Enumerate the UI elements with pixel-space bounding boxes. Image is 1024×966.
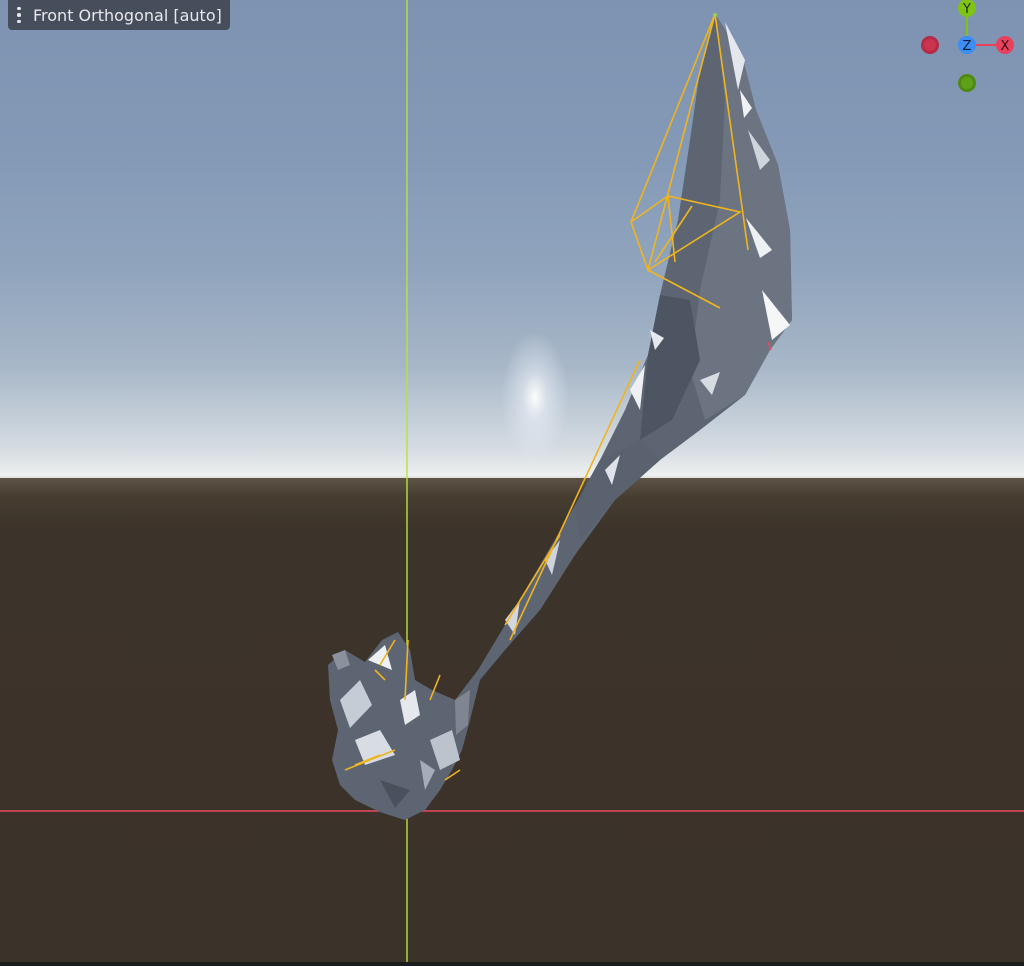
3d-viewport[interactable]: Front Orthogonal [auto] Y Z X (0, 0, 1024, 962)
mesh-body[interactable] (328, 14, 792, 820)
kebab-menu-icon (14, 6, 24, 24)
view-mode-label: Front Orthogonal [auto] (33, 5, 222, 25)
gizmo-neg-x-handle[interactable] (921, 36, 939, 54)
gizmo-x-handle[interactable]: X (996, 36, 1014, 54)
gizmo-z-label: Z (963, 39, 972, 54)
orientation-gizmo[interactable]: Y Z X (910, 0, 1024, 100)
gizmo-y-label: Y (962, 2, 971, 17)
gizmo-y-handle[interactable]: Y (958, 0, 976, 17)
gizmo-x-label: X (1001, 39, 1010, 54)
bottom-edge-bar (0, 962, 1024, 966)
gizmo-z-handle[interactable]: Z (958, 36, 976, 54)
origin-marker (713, 13, 717, 17)
gizmo-neg-y-handle[interactable] (958, 74, 976, 92)
view-menu-button[interactable]: Front Orthogonal [auto] (8, 0, 230, 30)
scene-canvas[interactable] (0, 0, 1024, 962)
